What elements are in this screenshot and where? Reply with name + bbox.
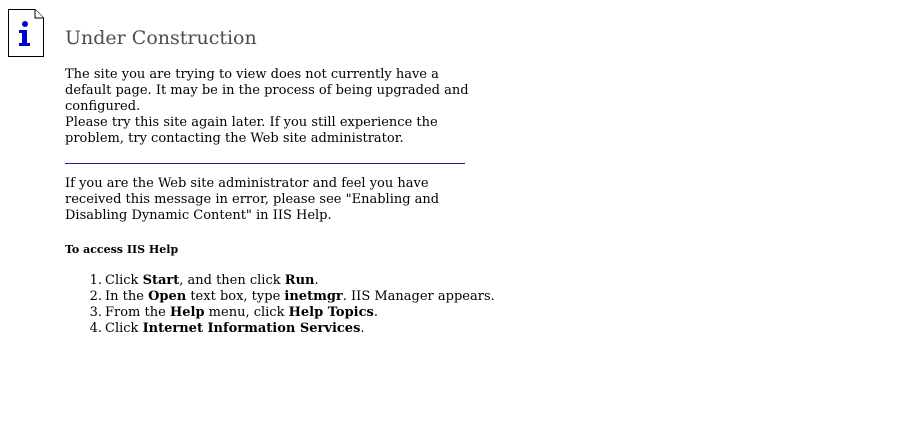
administrator-message: If you are the Web site administrator an… [65,176,440,223]
step-text: . IIS Manager appears. [342,289,495,304]
default-page-message: The site you are trying to view does not… [65,67,469,114]
step-number: 3. [89,305,102,320]
help-step: 4. Click Internet Information Services. [65,321,495,337]
step-keyword: Internet Information Services [142,321,361,336]
help-step: 3. From the Help menu, click Help Topics. [65,305,495,321]
step-text: menu, click [204,305,289,320]
info-page-icon [8,9,44,57]
help-step: 2. In the Open text box, type inetmgr. II… [65,289,495,305]
step-text: text box, type [186,289,285,304]
step-text: In the [105,289,149,304]
step-keyword: Help Topics [288,305,374,320]
step-text: Click [105,321,143,336]
step-text: From the [105,305,170,320]
step-text: . [360,321,365,336]
step-text: Click [105,273,143,288]
step-number: 1. [89,273,102,288]
step-keyword: Run [284,273,315,288]
step-number: 4. [89,321,102,336]
step-keyword: inetmgr [284,289,343,304]
page-title: Under Construction [65,27,257,49]
step-text: , and then click [179,273,285,288]
help-heading: To access IIS Help [65,243,179,256]
help-steps-list: 1. Click Start, and then click Run. 2. In … [65,273,495,337]
try-again-message: Please try this site again later. If you… [65,115,438,146]
help-step: 1. Click Start, and then click Run. [65,273,495,289]
step-keyword: Start [142,273,180,288]
step-text: . [373,305,378,320]
step-text: . [314,273,319,288]
under-construction-page: Under Construction The site you are tryi… [0,0,918,444]
step-number: 2. [89,289,102,304]
divider [65,163,465,164]
step-keyword: Open [148,289,187,304]
step-keyword: Help [169,305,205,320]
